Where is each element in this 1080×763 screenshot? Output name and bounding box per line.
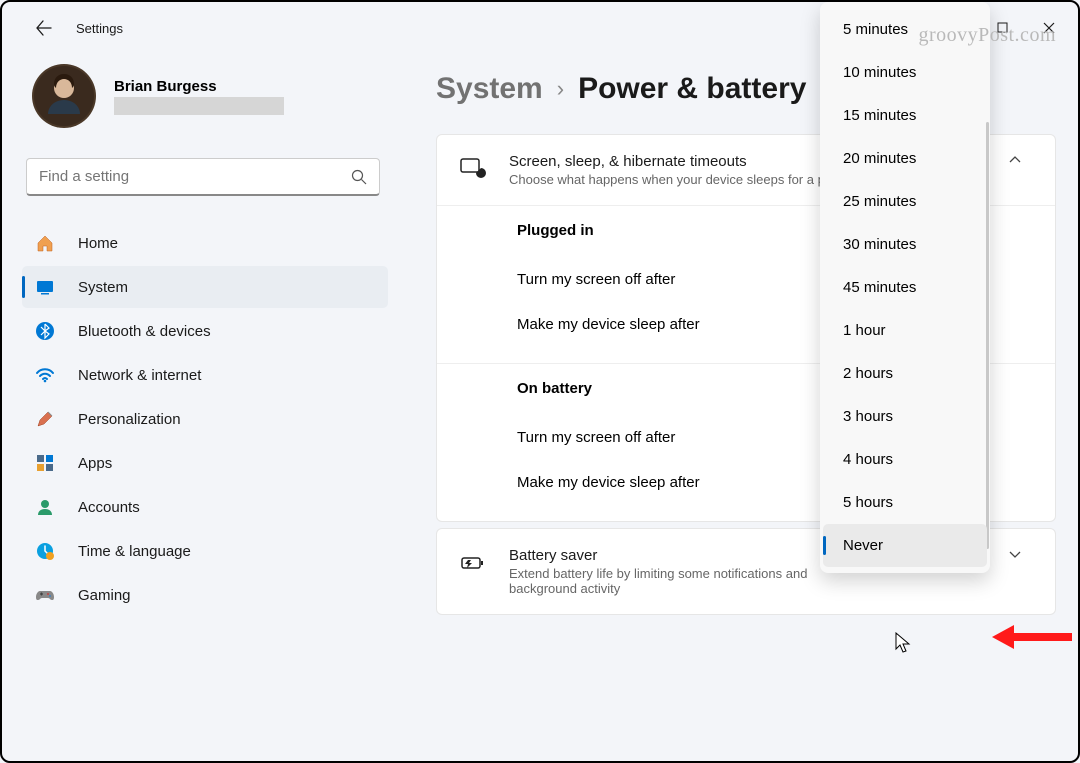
user-name: Brian Burgess: [114, 78, 284, 95]
nav-item-gaming[interactable]: Gaming: [22, 574, 388, 616]
user-profile[interactable]: Brian Burgess: [22, 64, 388, 128]
nav-label: Bluetooth & devices: [78, 323, 211, 340]
window-title: Settings: [76, 21, 123, 36]
arrow-left-icon: [36, 20, 52, 36]
nav-item-accounts[interactable]: Accounts: [22, 486, 388, 528]
nav-item-bluetooth[interactable]: Bluetooth & devices: [22, 310, 388, 352]
nav-list: Home System Bluetooth & devices Network …: [22, 222, 388, 616]
dropdown-option[interactable]: 3 hours: [823, 395, 987, 438]
search-box[interactable]: [26, 158, 380, 196]
gaming-icon: [34, 584, 56, 606]
screen-sleep-icon: [459, 155, 487, 183]
nav-label: Personalization: [78, 411, 181, 428]
nav-item-time[interactable]: Time & language: [22, 530, 388, 572]
back-button[interactable]: [24, 10, 64, 46]
dropdown-option[interactable]: 2 hours: [823, 352, 987, 395]
dropdown-option[interactable]: 10 minutes: [823, 51, 987, 94]
mouse-cursor: [895, 632, 913, 659]
card-subtitle: Extend battery life by limiting some not…: [509, 566, 837, 596]
card-title: Battery saver: [509, 547, 837, 564]
time-icon: [34, 540, 56, 562]
breadcrumb-parent[interactable]: System: [436, 72, 543, 106]
bluetooth-icon: [34, 320, 56, 342]
breadcrumb-current: Power & battery: [578, 72, 806, 106]
dropdown-option[interactable]: 1 hour: [823, 309, 987, 352]
system-icon: [34, 276, 56, 298]
nav-label: Accounts: [78, 499, 140, 516]
dropdown-option[interactable]: 5 hours: [823, 481, 987, 524]
apps-icon: [34, 452, 56, 474]
nav-label: Gaming: [78, 587, 131, 604]
personalization-icon: [34, 408, 56, 430]
dropdown-option[interactable]: 45 minutes: [823, 266, 987, 309]
chevron-up-icon: [997, 153, 1033, 167]
nav-label: System: [78, 279, 128, 296]
search-input[interactable]: [39, 168, 351, 185]
search-icon: [351, 169, 367, 185]
home-icon: [34, 232, 56, 254]
nav-item-personalization[interactable]: Personalization: [22, 398, 388, 440]
user-email-redacted: [114, 97, 284, 115]
dropdown-option[interactable]: 15 minutes: [823, 94, 987, 137]
dropdown-option[interactable]: 20 minutes: [823, 137, 987, 180]
nav-item-home[interactable]: Home: [22, 222, 388, 264]
battery-saver-icon: [459, 549, 487, 577]
nav-label: Apps: [78, 455, 112, 472]
arrow-annotation: [992, 622, 1072, 657]
chevron-down-icon: [997, 547, 1033, 561]
nav-label: Network & internet: [78, 367, 201, 384]
avatar: [32, 64, 96, 128]
timeout-dropdown[interactable]: 5 minutes10 minutes15 minutes20 minutes2…: [820, 2, 990, 573]
nav-item-system[interactable]: System: [22, 266, 388, 308]
dropdown-option[interactable]: 30 minutes: [823, 223, 987, 266]
accounts-icon: [34, 496, 56, 518]
sidebar: Brian Burgess Home System Bluetooth & de…: [2, 54, 402, 761]
nav-label: Home: [78, 235, 118, 252]
dropdown-option[interactable]: Never: [823, 524, 987, 567]
network-icon: [34, 364, 56, 386]
nav-label: Time & language: [78, 543, 191, 560]
breadcrumb-separator: ›: [557, 76, 564, 102]
dropdown-option[interactable]: 4 hours: [823, 438, 987, 481]
nav-item-apps[interactable]: Apps: [22, 442, 388, 484]
nav-item-network[interactable]: Network & internet: [22, 354, 388, 396]
dropdown-option[interactable]: 25 minutes: [823, 180, 987, 223]
watermark: groovyPost.com: [918, 24, 1056, 47]
